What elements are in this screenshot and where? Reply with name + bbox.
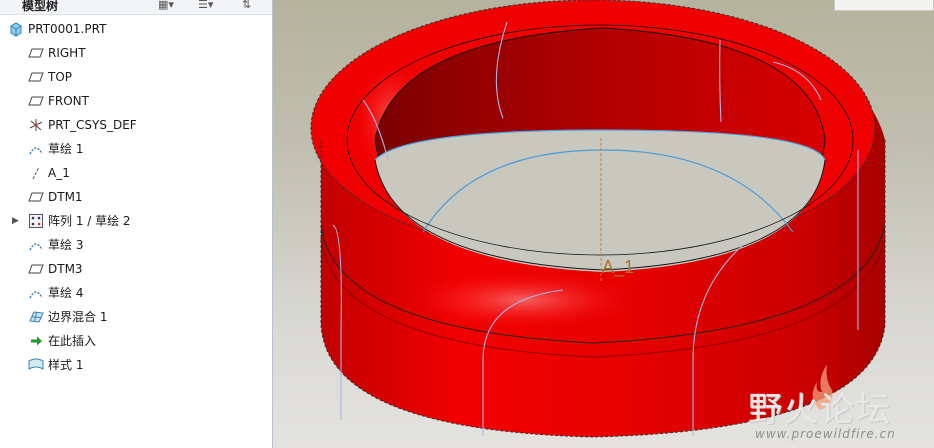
- tree-item-top[interactable]: TOP: [0, 65, 272, 89]
- datum-plane-icon: [28, 69, 44, 85]
- model-tree-header: 模型树 ▦▾ ☰▾ ⇅: [0, 0, 272, 15]
- tree-settings-icon[interactable]: ▦▾: [158, 0, 174, 12]
- datum-plane-icon: [28, 45, 44, 61]
- insert-here-arrow-icon: [28, 333, 44, 349]
- expand-arrow-icon[interactable]: ▶: [12, 215, 22, 227]
- tree-item-label: 草绘 3: [48, 238, 84, 252]
- tree-item-label: PRT_CSYS_DEF: [48, 118, 137, 132]
- tree-item-dtm1[interactable]: DTM1: [0, 185, 272, 209]
- datum-plane-icon: [28, 93, 44, 109]
- tree-item-label: A_1: [48, 166, 70, 180]
- part-icon: [8, 21, 24, 37]
- tree-item-label: 草绘 1: [48, 142, 84, 156]
- tree-item-right[interactable]: RIGHT: [0, 41, 272, 65]
- sketch-icon: [28, 141, 44, 157]
- tree-root-label: PRT0001.PRT: [28, 22, 107, 36]
- style-icon: [28, 357, 44, 373]
- tree-item-label: FRONT: [48, 94, 89, 108]
- model-tree-panel: 模型树 ▦▾ ☰▾ ⇅ PRT0001.PRT RIGHT TOP FRONT …: [0, 0, 273, 448]
- tree-item-sketch-4[interactable]: 草绘 4: [0, 281, 272, 305]
- tree-item-label: RIGHT: [48, 46, 86, 60]
- tree-item-sketch-1[interactable]: 草绘 1: [0, 137, 272, 161]
- model-tree-title: 模型树: [22, 0, 59, 13]
- watermark-text: 野火论坛: [748, 390, 892, 430]
- tree-item-front[interactable]: FRONT: [0, 89, 272, 113]
- datum-plane-icon: [28, 261, 44, 277]
- tree-item-label: DTM1: [48, 190, 83, 204]
- sketch-icon: [28, 237, 44, 253]
- tree-item-label: DTM3: [48, 262, 83, 276]
- boundary-blend-icon: [28, 309, 44, 325]
- datum-axis-icon: [28, 165, 44, 181]
- tree-item-label: 样式 1: [48, 358, 84, 372]
- tree-item-dtm3[interactable]: DTM3: [0, 257, 272, 281]
- tree-item-label: 在此插入: [48, 334, 97, 348]
- tree-item-style-1[interactable]: 样式 1: [0, 353, 272, 377]
- tree-item-label: 阵列 1 / 草绘 2: [48, 214, 131, 228]
- tree-item-a-1[interactable]: A_1: [0, 161, 272, 185]
- tree-item-label: 草绘 4: [48, 286, 84, 300]
- pattern-icon: [28, 213, 44, 229]
- tree-item-boundary-blend-1[interactable]: 边界混合 1: [0, 305, 272, 329]
- tree-item-sketch-3[interactable]: 草绘 3: [0, 233, 272, 257]
- tree-item-pattern-1[interactable]: ▶ 阵列 1 / 草绘 2: [0, 209, 272, 233]
- tree-item-label: TOP: [48, 70, 73, 84]
- tree-columns-icon[interactable]: ☰▾: [198, 0, 213, 12]
- tree-item-insert-here[interactable]: 在此插入: [0, 329, 272, 353]
- datum-plane-icon: [28, 189, 44, 205]
- sketch-icon: [28, 285, 44, 301]
- tree-item-label: 边界混合 1: [48, 310, 108, 324]
- axis-label-a1: A_1: [602, 257, 634, 278]
- graphics-viewport[interactable]: A_1 野火论坛 www.proewildfire.cn: [273, 0, 934, 448]
- watermark-url: www.proewildfire.cn: [755, 427, 896, 441]
- tree-filter-icon[interactable]: ⇅: [242, 0, 251, 12]
- tree-item-prt-csys-def[interactable]: PRT_CSYS_DEF: [0, 113, 272, 137]
- coordinate-system-icon: [28, 117, 44, 133]
- tree-root-item[interactable]: PRT0001.PRT: [0, 17, 272, 41]
